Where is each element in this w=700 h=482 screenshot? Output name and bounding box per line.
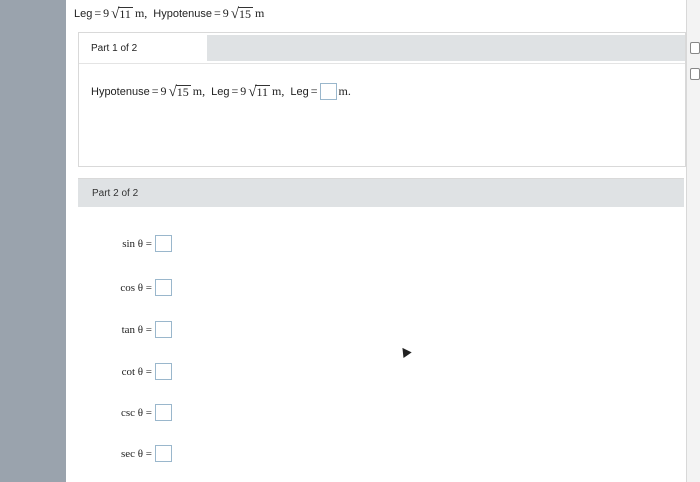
csc-row: csc θ = [116,404,172,421]
part1-title: Part 1 of 2 [91,42,138,54]
sec-row: sec θ = [116,445,172,462]
sin-label: sin θ = [122,237,152,250]
sec-answer-input[interactable] [155,445,172,462]
part1-header-bar [207,35,685,61]
edge-notes-icon[interactable] [690,68,700,80]
part1-equation: Hypotenuse = 9 √ 15 m, Leg = 9 √ 11 m, Leg… [91,83,351,100]
cos-answer-input[interactable] [155,279,172,296]
equals-sign: = [214,6,221,20]
hyp-radicand: 15 [238,6,254,21]
leg-answer-input[interactable] [319,83,337,100]
sin-answer-input[interactable] [155,235,172,252]
csc-label: csc θ = [120,406,152,419]
given-hyp-label: Hypotenuse [153,7,212,20]
leg-unit: m, [134,6,148,20]
part2-title: Part 2 of 2 [92,187,139,199]
cot-label: cot θ = [121,365,152,378]
sqrt-icon: √ 15 [168,83,191,100]
cos-row: cos θ = [116,279,172,296]
sin-row: sin θ = [116,235,172,252]
hyp-radicand: 15 [175,84,191,99]
equals-sign: = [151,84,159,98]
equals-sign: = [94,6,102,20]
csc-answer-input[interactable] [155,404,172,421]
leg-radicand: 11 [255,84,271,99]
equals-sign: = [231,84,239,98]
sqrt-icon: √ 11 [111,5,133,22]
hyp-unit: m [255,6,265,20]
tan-label: tan θ = [121,323,152,336]
tan-row: tan θ = [116,321,172,338]
hyp-label: Hypotenuse [91,85,150,98]
part2-header: Part 2 of 2 [78,179,684,207]
leg-coefficient: 9 [240,84,247,98]
edge-tab-icon[interactable] [690,42,700,54]
part1-panel: Part 1 of 2 Hypotenuse = 9 √ 15 m, Leg = … [78,32,686,167]
sqrt-icon: √ 15 [230,5,254,22]
given-statement: Leg = 9 √ 11 m, Hypotenuse = 9 √ 15 m [74,6,264,21]
cot-answer-input[interactable] [155,363,172,380]
given-leg-label: Leg [74,7,93,20]
leg-unit: m, [272,84,285,98]
equals-sign: = [310,84,318,98]
leg-label: Leg [211,85,230,98]
sqrt-icon: √ 11 [248,83,271,100]
leg2-label: Leg [290,85,309,98]
tan-answer-input[interactable] [155,321,172,338]
cos-label: cos θ = [120,281,152,294]
leg-radicand: 11 [118,6,133,21]
leg-coefficient: 9 [103,6,110,20]
sec-label: sec θ = [120,447,152,460]
left-sidebar [0,0,66,482]
hyp-unit: m, [192,84,206,98]
hyp-coefficient: 9 [222,6,229,20]
answer-unit: m. [338,84,351,98]
cot-row: cot θ = [116,363,172,380]
hyp-coefficient: 9 [160,84,167,98]
